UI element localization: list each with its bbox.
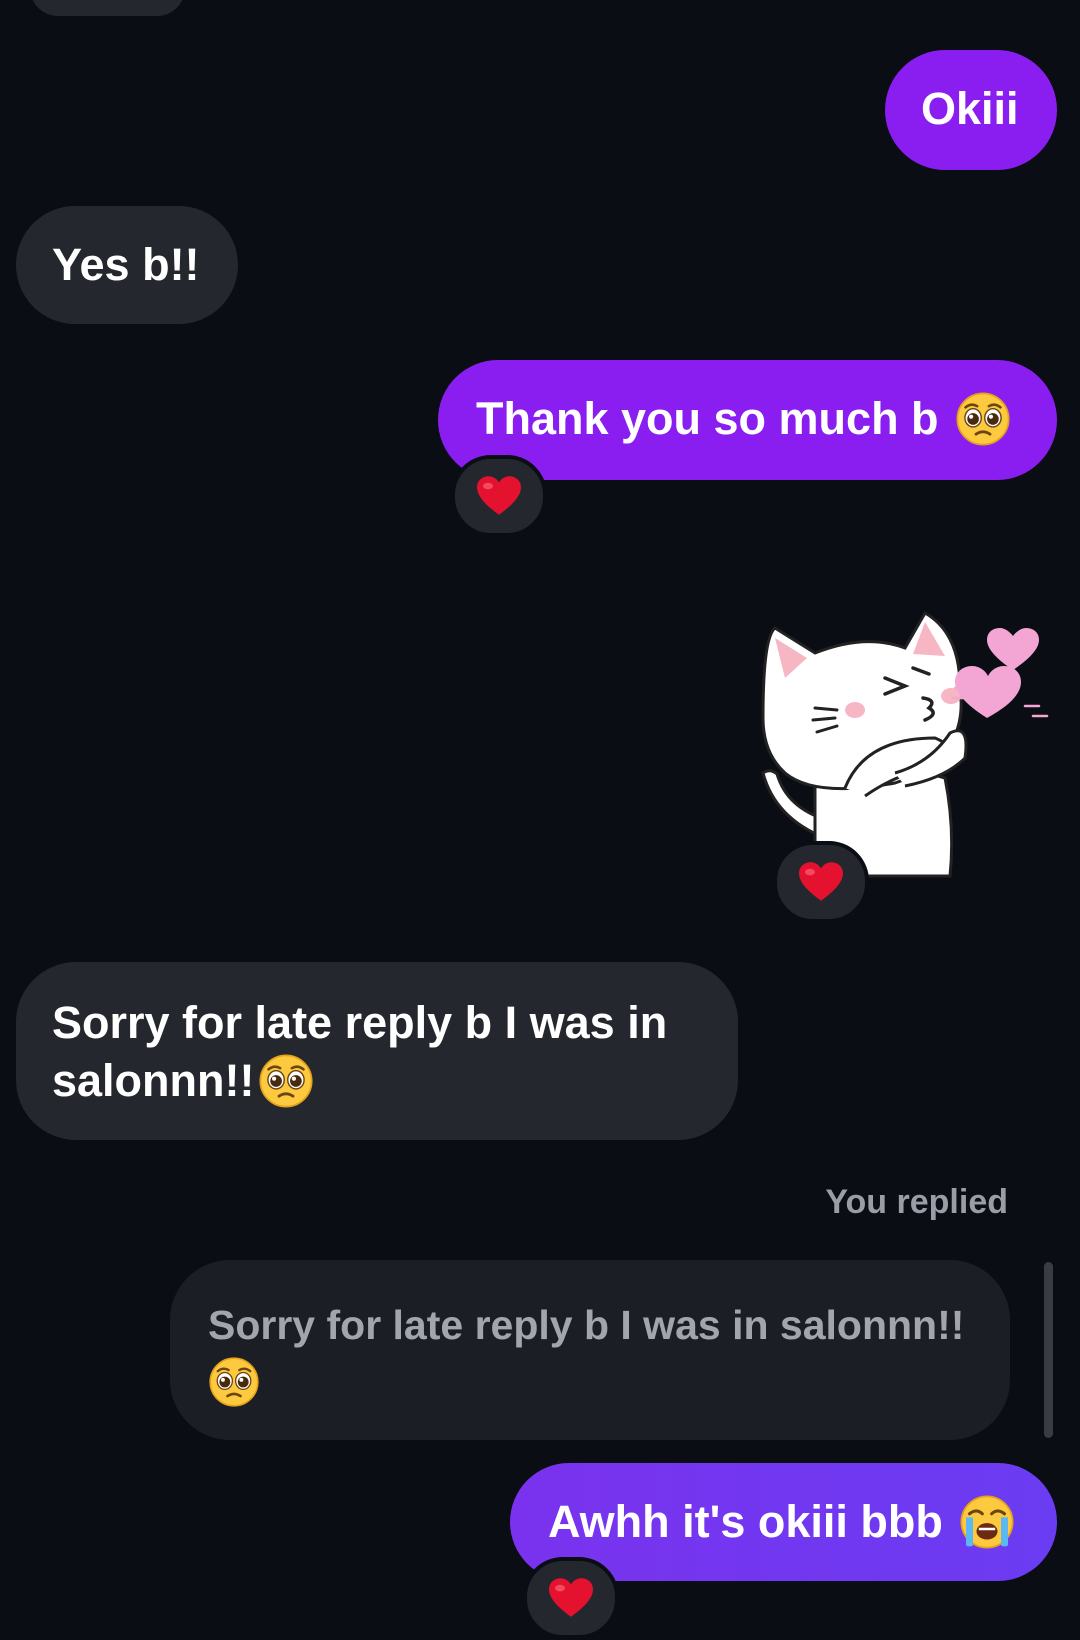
quoted-message-bubble[interactable]: Sorry for late reply b I was in salonnn!… <box>170 1260 1010 1440</box>
sticker-reaction[interactable] <box>773 841 869 923</box>
pleading-face-emoji <box>955 391 1011 447</box>
message-text-line: salonnn!! <box>52 1052 702 1112</box>
message-text: Awhh it's okiii bbb <box>548 1496 943 1547</box>
quote-indicator-bar <box>1044 1262 1053 1438</box>
pleading-face-emoji <box>258 1053 314 1109</box>
red-heart-icon <box>477 476 521 516</box>
white-cat-blowing-kiss-sticker[interactable] <box>755 608 1065 878</box>
loudly-crying-face-emoji <box>959 1494 1015 1550</box>
message-bubble-sent[interactable]: Okiii <box>885 50 1057 170</box>
red-heart-icon <box>549 1578 593 1618</box>
quoted-message-text: Sorry for late reply b I was in salonnn!… <box>208 1302 965 1348</box>
message-bubble-received[interactable]: Sorry for late reply b I was in salonnn!… <box>16 962 738 1140</box>
previous-message-bubble[interactable] <box>30 0 185 16</box>
message-text: Okiii <box>921 83 1019 134</box>
message-bubble-received[interactable]: Yes b!! <box>16 206 238 324</box>
message-text: Thank you so much b <box>476 393 939 444</box>
pleading-face-emoji <box>208 1356 260 1408</box>
message-text: Yes b!! <box>52 239 200 290</box>
message-reaction[interactable] <box>451 455 547 537</box>
reply-context-label: You replied <box>825 1183 1008 1221</box>
message-text-line: Sorry for late reply b I was in <box>52 997 668 1048</box>
message-reaction[interactable] <box>523 1557 619 1639</box>
red-heart-icon <box>799 862 843 902</box>
